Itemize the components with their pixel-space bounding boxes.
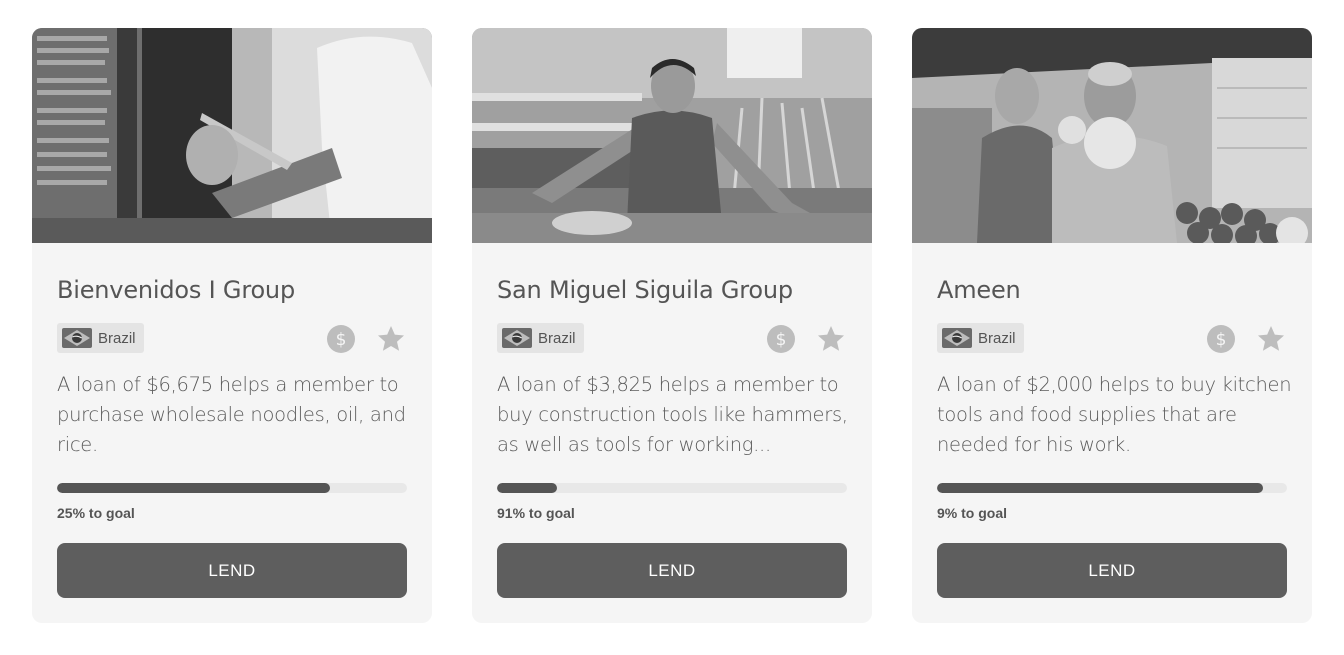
- lend-button[interactable]: LEND: [497, 543, 847, 598]
- funding-progress-bar: [497, 483, 847, 493]
- loan-description: A loan of $6,675 helps a member to purch…: [57, 373, 406, 456]
- star-icon[interactable]: [816, 324, 846, 354]
- funding-progress-fill: [937, 483, 1263, 493]
- loan-photo[interactable]: [472, 28, 872, 243]
- country-label: Brazil: [978, 329, 1016, 347]
- loan-photo[interactable]: [32, 28, 432, 243]
- dollar-icon[interactable]: $: [1206, 324, 1236, 354]
- brazil-flag-icon: [62, 328, 92, 348]
- borrower-name[interactable]: Ameen: [937, 276, 1021, 304]
- lend-button[interactable]: LEND: [57, 543, 407, 598]
- funding-progress-fill: [497, 483, 557, 493]
- brazil-flag-icon: [502, 328, 532, 348]
- funding-progress-bar: [937, 483, 1287, 493]
- loan-card: Ameen Brazil $ A loan of $2,000 helps to…: [912, 28, 1312, 623]
- goal-text: 25% to goal: [57, 505, 135, 521]
- brazil-flag-icon: [942, 328, 972, 348]
- goal-text: 91% to goal: [497, 505, 575, 521]
- country-tag[interactable]: Brazil: [57, 323, 144, 353]
- loan-description: A loan of $3,825 helps a member to buy c…: [497, 373, 848, 456]
- loan-card: San Miguel Siguila Group Brazil $ A loan…: [472, 28, 872, 623]
- svg-text:$: $: [776, 330, 787, 350]
- loan-card: Bienvenidos I Group Brazil $ A loan of $…: [32, 28, 432, 623]
- loan-description: A loan of $2,000 helps to buy kitchen to…: [937, 373, 1292, 456]
- svg-text:$: $: [336, 330, 347, 350]
- star-icon[interactable]: [376, 324, 406, 354]
- country-label: Brazil: [538, 329, 576, 347]
- lend-button[interactable]: LEND: [937, 543, 1287, 598]
- country-label: Brazil: [98, 329, 136, 347]
- svg-text:$: $: [1216, 330, 1227, 350]
- dollar-icon[interactable]: $: [766, 324, 796, 354]
- star-icon[interactable]: [1256, 324, 1286, 354]
- dollar-icon[interactable]: $: [326, 324, 356, 354]
- funding-progress-bar: [57, 483, 407, 493]
- goal-text: 9% to goal: [937, 505, 1008, 521]
- loan-photo[interactable]: [912, 28, 1312, 243]
- country-tag[interactable]: Brazil: [497, 323, 584, 353]
- country-tag[interactable]: Brazil: [937, 323, 1024, 353]
- funding-progress-fill: [57, 483, 330, 493]
- borrower-name[interactable]: Bienvenidos I Group: [57, 276, 295, 304]
- borrower-name[interactable]: San Miguel Siguila Group: [497, 276, 793, 304]
